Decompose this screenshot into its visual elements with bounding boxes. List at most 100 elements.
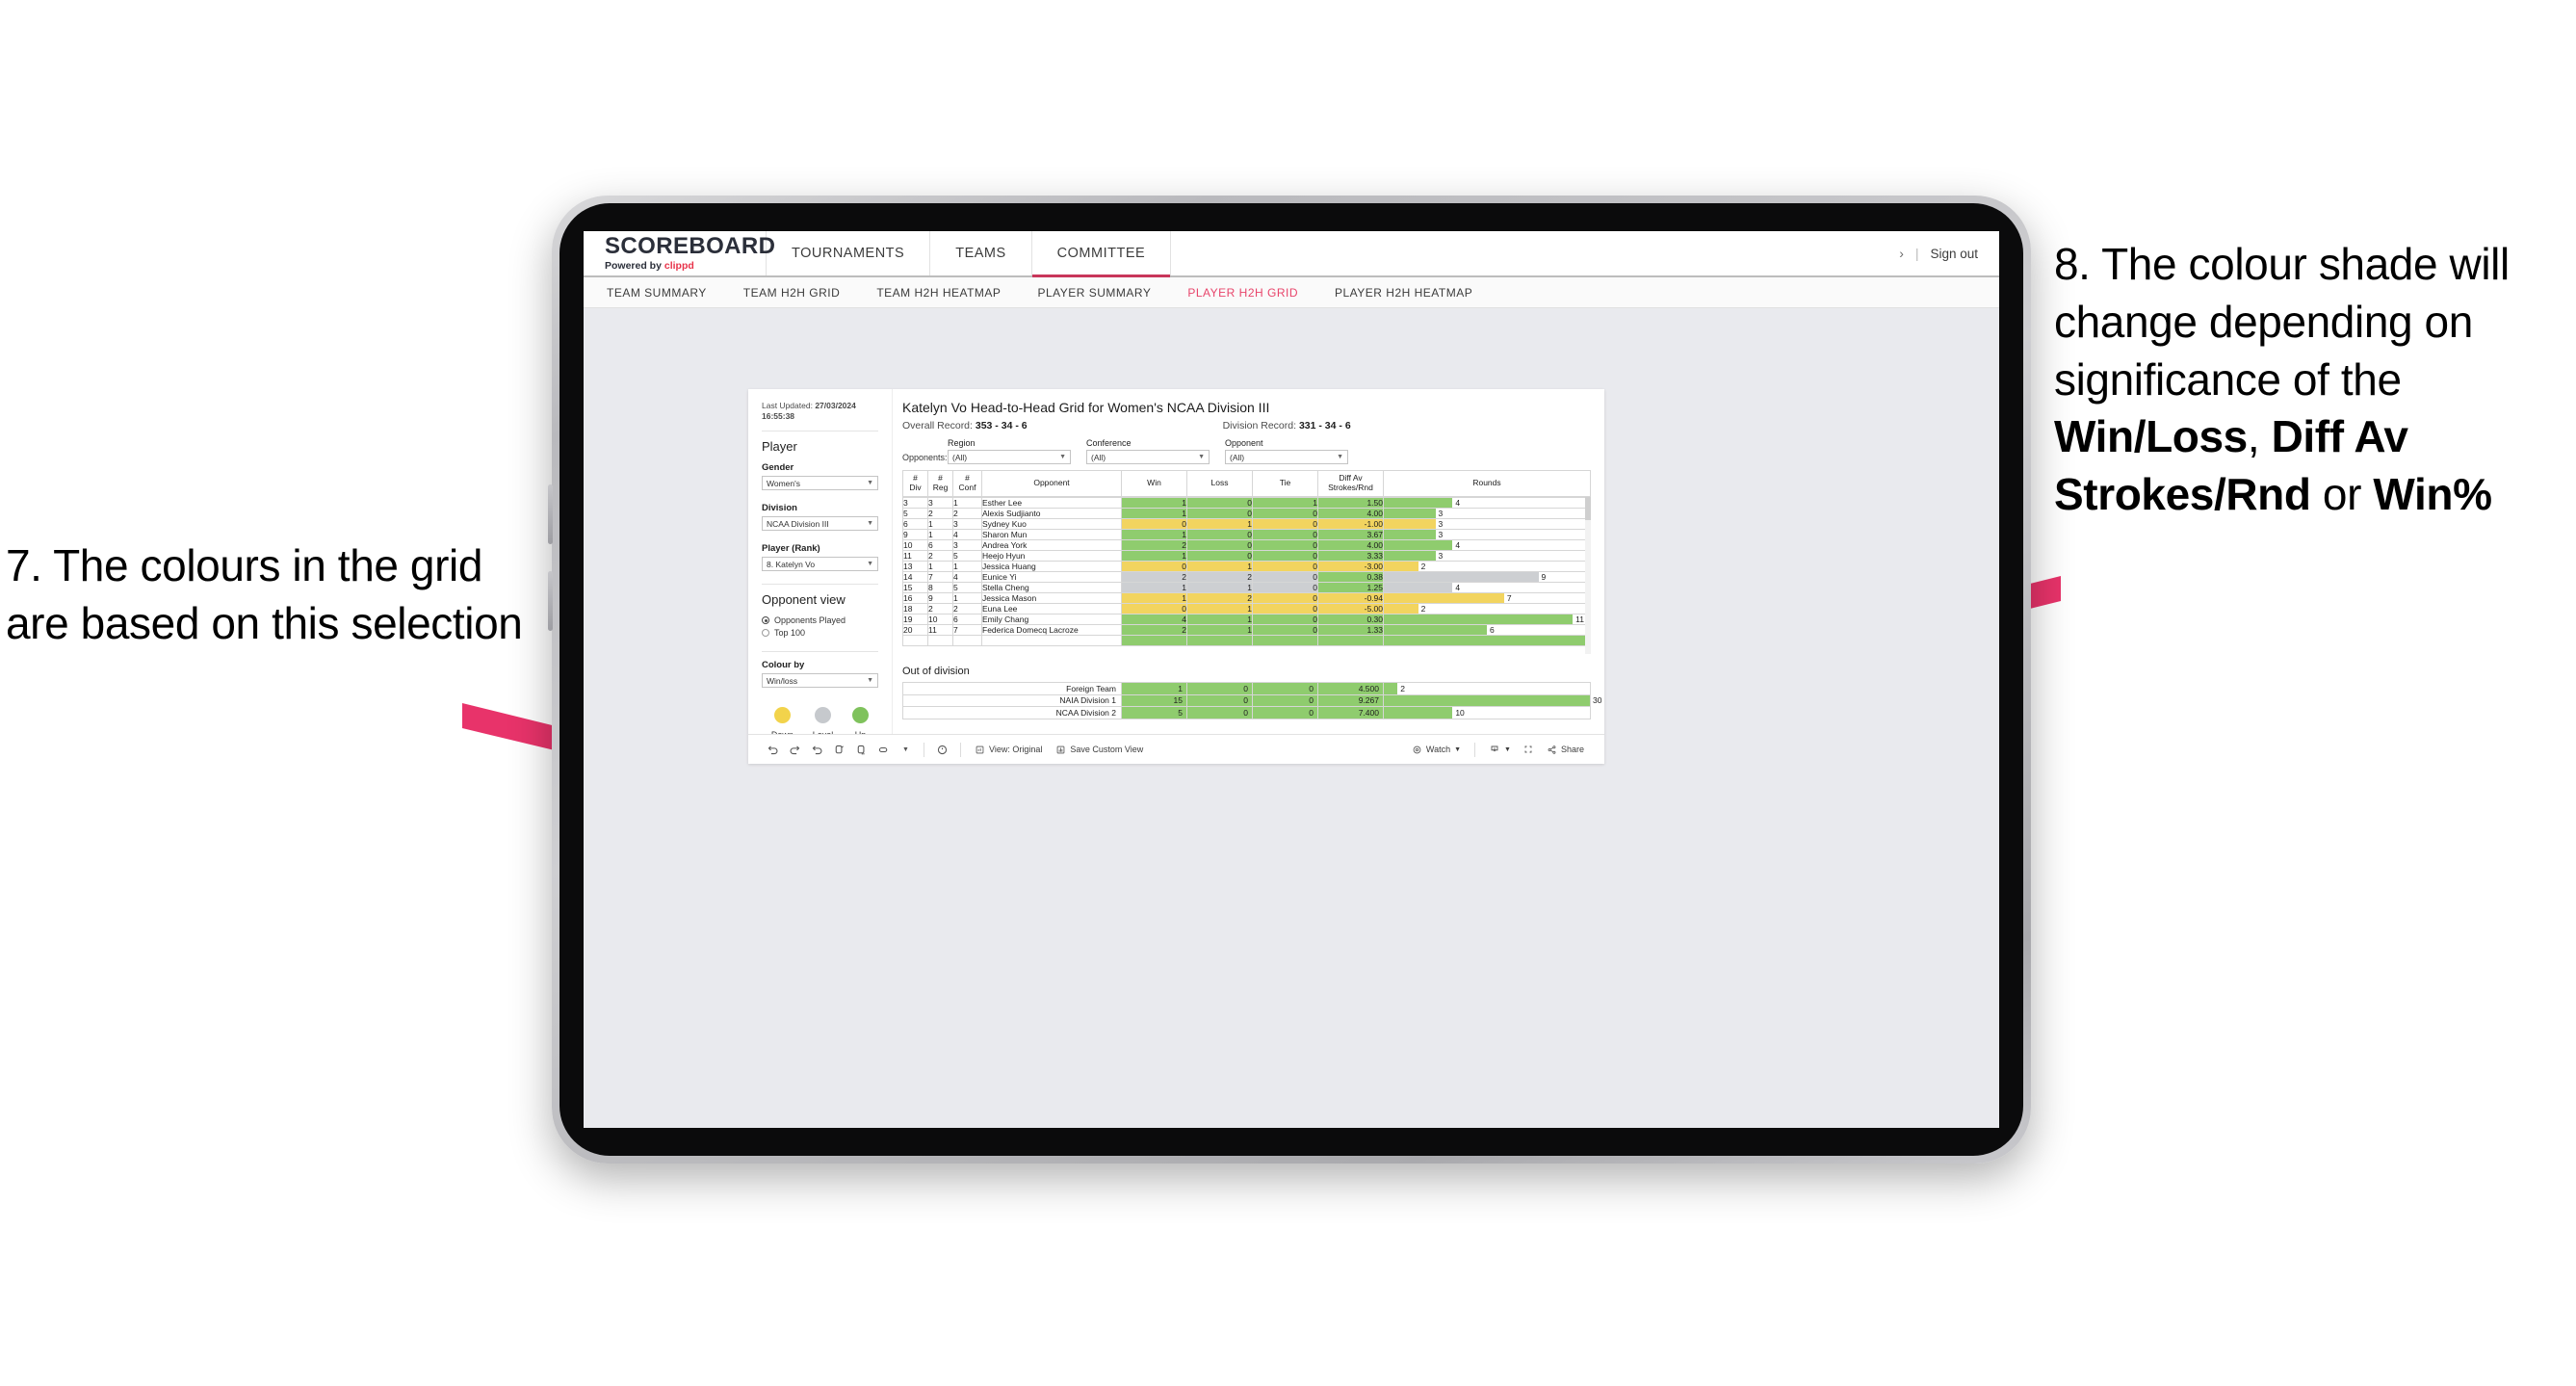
rounds-value: 9 (1541, 572, 1547, 582)
app-logo[interactable]: SCOREBOARD Powered by clippd (584, 231, 775, 275)
table-row[interactable]: 11 2 5 Heejo Hyun 1 0 0 3.33 3 (902, 550, 1591, 562)
cell-opponent: Sydney Kuo (981, 518, 1122, 530)
table-row[interactable]: 19 10 6 Emily Chang 4 1 0 0.30 11 (902, 614, 1591, 625)
opponent-select[interactable]: (All) ▼ (1225, 450, 1348, 464)
tab-team-summary[interactable]: TEAM SUMMARY (607, 286, 707, 300)
table-row[interactable]: NCAA Division 2 5 0 0 7.400 10 (902, 706, 1591, 719)
nav-item-committee[interactable]: COMMITTEE (1031, 231, 1172, 277)
cell-conf: 2 (952, 508, 982, 519)
fullscreen-icon[interactable] (1518, 744, 1540, 755)
gender-select[interactable]: Women's ▼ (762, 476, 878, 491)
refresh-icon[interactable] (828, 744, 850, 756)
alert-icon[interactable] (931, 744, 953, 756)
table-row[interactable]: Foreign Team 1 0 0 4.500 2 (902, 682, 1591, 695)
division-select[interactable]: NCAA Division III ▼ (762, 516, 878, 532)
chevron-down-icon[interactable]: ▼ (895, 746, 917, 753)
table-row[interactable]: NAIA Division 1 15 0 0 9.267 30 (902, 693, 1602, 708)
table-row[interactable]: 10 6 3 Andrea York 2 0 0 4.00 4 (902, 539, 1591, 551)
col-reg[interactable]: # Reg (927, 470, 953, 497)
shape-icon[interactable] (872, 744, 895, 756)
radio-icon (762, 629, 769, 638)
rounds-bar (1384, 519, 1436, 529)
annotation-left: 7. The colours in the grid are based on … (6, 540, 523, 648)
download-button[interactable]: ▼ (1482, 744, 1518, 755)
cell-tie: 0 (1252, 539, 1318, 551)
undo-icon[interactable] (762, 744, 784, 756)
chevron-right-icon[interactable]: › (1899, 246, 1904, 261)
overall-record: Overall Record: 353 - 34 - 6 (902, 420, 1028, 431)
cell-div: 5 (902, 508, 928, 519)
pause-icon[interactable] (850, 744, 872, 756)
table-row[interactable]: 13 1 1 Jessica Huang 0 1 0 -3.00 2 (902, 561, 1591, 572)
share-label: Share (1560, 745, 1584, 754)
region-select[interactable]: (All) ▼ (948, 450, 1071, 464)
sign-out-button[interactable]: Sign out (1930, 247, 1978, 261)
h2h-grid-head: #Div #Reg #Conf Opponent Win Loss Tie (902, 470, 1591, 497)
col-conf[interactable]: # Conf (952, 470, 982, 497)
secondary-nav: TEAM SUMMARY TEAM H2H GRID TEAM H2H HEAT… (584, 277, 1999, 308)
tab-player-h2h-grid[interactable]: PLAYER H2H GRID (1187, 286, 1298, 300)
conference-select[interactable]: (All) ▼ (1086, 450, 1210, 464)
cell-rounds: 30 (1383, 693, 1602, 708)
visualization-container: Last Updated: 27/03/2024 16:55:38 Player… (748, 389, 1604, 764)
radio-top-100[interactable]: Top 100 (762, 628, 878, 638)
h2h-grid-scroll-area[interactable]: 3 3 1 Esther Lee 1 0 1 1.50 4 5 2 2 Alexis Sudjianto… (902, 497, 1591, 654)
rounds-value: 3 (1438, 519, 1444, 529)
col-diff[interactable]: Diff Av Strokes/Rnd (1317, 470, 1384, 497)
table-row[interactable]: 5 2 2 Alexis Sudjianto 1 0 0 4.00 3 (902, 508, 1591, 519)
col-div[interactable]: # Div (902, 470, 928, 497)
colour-by-select[interactable]: Win/loss ▼ (762, 673, 878, 689)
cell-rounds: 7 (1383, 592, 1591, 604)
player-select[interactable]: 8. Katelyn Vo ▼ (762, 557, 878, 572)
table-row[interactable] (902, 635, 1591, 646)
col-loss[interactable]: Loss (1186, 470, 1253, 497)
tab-team-h2h-grid[interactable]: TEAM H2H GRID (743, 286, 841, 300)
cell-opponent: Andrea York (981, 539, 1122, 551)
redo-icon[interactable] (784, 744, 806, 756)
view-original-button[interactable]: View: Original (968, 745, 1049, 755)
cell-rounds: 9 (1383, 571, 1591, 583)
radio-opponents-played[interactable]: Opponents Played (762, 615, 878, 625)
cell-diff: 3.67 (1317, 529, 1384, 540)
table-row[interactable]: 6 1 3 Sydney Kuo 0 1 0 -1.00 3 (902, 518, 1591, 530)
cell-partial (1252, 635, 1318, 646)
grid-scrollbar[interactable] (1585, 497, 1591, 654)
watch-button[interactable]: Watch ▼ (1405, 745, 1468, 755)
table-row[interactable]: 20 11 7 Federica Domecq Lacroze 2 1 0 1.33 6 (902, 624, 1591, 636)
tab-team-h2h-heatmap[interactable]: TEAM H2H HEATMAP (876, 286, 1001, 300)
col-opponent[interactable]: Opponent (981, 470, 1122, 497)
col-tie[interactable]: Tie (1252, 470, 1318, 497)
nav-item-tournaments[interactable]: TOURNAMENTS (767, 231, 931, 275)
cell-reg: 10 (927, 614, 953, 625)
cell-div: 14 (902, 571, 928, 583)
annotation-right-bold-winpct: Win% (2373, 469, 2492, 520)
annotation-right-mid2: or (2310, 469, 2374, 520)
opponent-filters: Opponents: Region (All) ▼ Conference (Al… (902, 438, 1591, 464)
table-row[interactable]: 3 3 1 Esther Lee 1 0 1 1.50 4 (902, 497, 1591, 509)
cell-diff: 7.400 (1317, 706, 1384, 719)
chevron-down-icon: ▼ (867, 677, 873, 685)
table-row[interactable]: 9 1 4 Sharon Mun 1 0 0 3.67 3 (902, 529, 1591, 540)
tab-player-h2h-heatmap[interactable]: PLAYER H2H HEATMAP (1335, 286, 1472, 300)
share-button[interactable]: Share (1540, 745, 1591, 755)
nav-item-teams[interactable]: TEAMS (930, 231, 1032, 275)
cell-loss: 0 (1186, 706, 1253, 719)
cell-loss: 0 (1186, 508, 1253, 519)
tab-player-summary[interactable]: PLAYER SUMMARY (1037, 286, 1151, 300)
table-row[interactable]: 18 2 2 Euna Lee 0 1 0 -5.00 2 (902, 603, 1591, 615)
viz-body: Last Updated: 27/03/2024 16:55:38 Player… (748, 389, 1604, 740)
save-custom-view-button[interactable]: Save Custom View (1049, 745, 1150, 755)
revert-icon[interactable] (806, 744, 828, 756)
cell-tie: 0 (1252, 693, 1318, 708)
col-win[interactable]: Win (1121, 470, 1187, 497)
col-rounds[interactable]: Rounds (1383, 470, 1591, 497)
cell-conf: 1 (952, 592, 982, 604)
table-row[interactable]: 14 7 4 Eunice Yi 2 2 0 0.38 9 (902, 571, 1591, 583)
table-row[interactable]: 16 9 1 Jessica Mason 1 2 0 -0.94 7 (902, 592, 1591, 604)
cell-div: 20 (902, 624, 928, 636)
table-row[interactable]: 15 8 5 Stella Cheng 1 1 0 1.25 4 (902, 582, 1591, 593)
cell-conf: 1 (952, 497, 982, 509)
grid-scrollbar-thumb[interactable] (1585, 497, 1591, 520)
cell-div: 16 (902, 592, 928, 604)
rounds-value: 30 (1593, 695, 1602, 706)
